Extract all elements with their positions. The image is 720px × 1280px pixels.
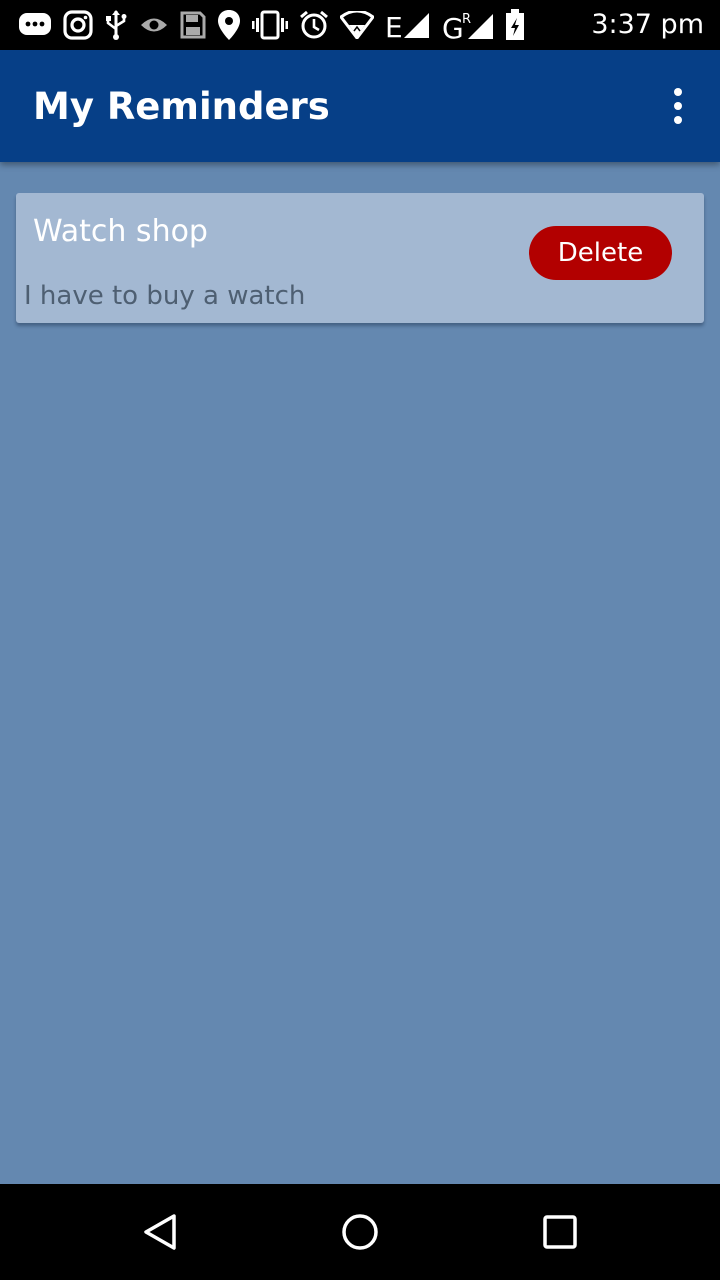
recents-icon[interactable] (540, 1212, 580, 1252)
signal-g-icon: GR (442, 8, 494, 42)
app-title: My Reminders (33, 85, 330, 128)
vibrate-icon (252, 8, 288, 42)
svg-text:G: G (442, 12, 464, 41)
eye-icon (139, 8, 169, 42)
status-icons: E GR (18, 8, 525, 42)
save-icon (180, 8, 206, 42)
reminder-description: I have to buy a watch (24, 281, 306, 311)
app-bar: My Reminders (0, 50, 720, 162)
wifi-icon (340, 8, 374, 42)
reminder-card[interactable]: Watch shop I have to buy a watch Delete (16, 193, 704, 323)
messenger-icon (18, 8, 52, 42)
location-icon (217, 8, 241, 42)
menu-dot (674, 116, 682, 124)
menu-dot (674, 88, 682, 96)
alarm-icon (299, 8, 329, 42)
home-icon[interactable] (340, 1212, 380, 1252)
signal-e-icon: E (385, 8, 431, 42)
usb-icon (104, 8, 128, 42)
more-vert-icon[interactable] (666, 88, 690, 124)
status-bar: E GR 3:37 pm (0, 0, 720, 50)
navigation-bar (0, 1184, 720, 1280)
reminder-list: Watch shop I have to buy a watch Delete (16, 193, 704, 323)
instagram-icon (63, 8, 93, 42)
svg-text:R: R (462, 12, 471, 27)
battery-icon (505, 8, 525, 42)
delete-button[interactable]: Delete (529, 226, 672, 280)
reminder-title: Watch shop (33, 214, 208, 249)
back-icon[interactable] (140, 1212, 180, 1252)
status-time: 3:37 pm (591, 9, 704, 40)
menu-dot (674, 102, 682, 110)
svg-text:E: E (385, 11, 403, 40)
